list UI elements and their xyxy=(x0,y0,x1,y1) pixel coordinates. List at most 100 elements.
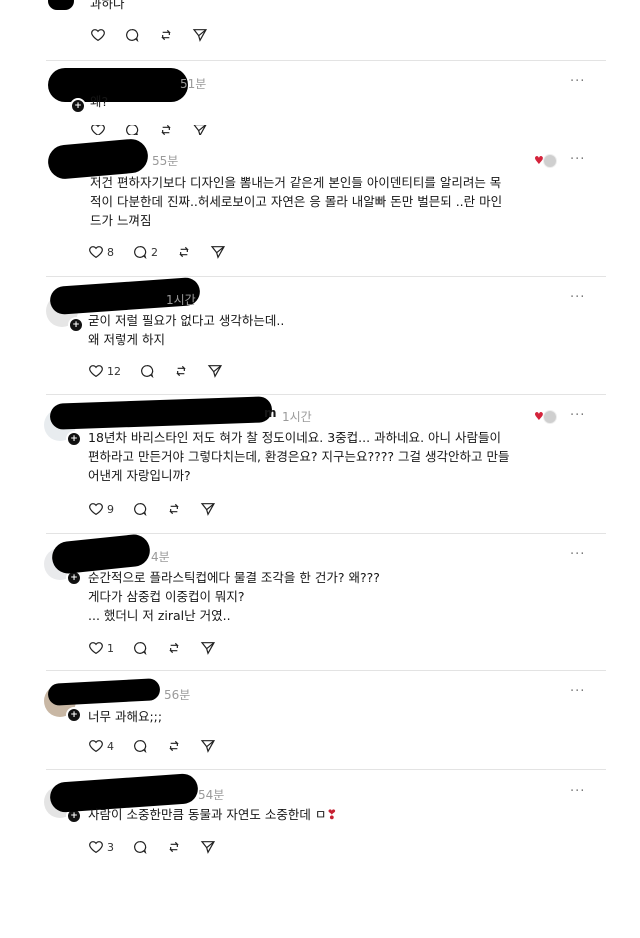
post-actions: 8 2 xyxy=(88,244,244,260)
like-count: 8 xyxy=(107,245,114,259)
repost-button[interactable] xyxy=(173,363,189,379)
heart-icon xyxy=(89,740,103,753)
repost-button[interactable] xyxy=(166,501,182,517)
reply-post: + 1시간 ··· 굳이 저럴 필요가 없다고 생각하는데.. 왜 저렇게 하지… xyxy=(40,276,606,394)
send-icon xyxy=(193,125,207,135)
redacted-username xyxy=(49,396,273,430)
share-button[interactable] xyxy=(200,738,216,754)
more-options-icon[interactable]: ··· xyxy=(570,152,585,167)
share-button[interactable] xyxy=(192,27,208,43)
heart-icon xyxy=(89,503,103,516)
repost-icon xyxy=(161,29,171,41)
post-actions: 1 xyxy=(88,640,234,656)
follow-plus-icon[interactable]: + xyxy=(68,317,84,333)
more-options-icon[interactable]: ··· xyxy=(570,290,585,305)
comment-icon xyxy=(134,503,147,517)
author-mini-avatar xyxy=(543,154,557,168)
divider xyxy=(46,60,606,61)
post-text: 18년차 바리스타인 저도 혀가 찰 정도이네요. 3중컵... 과하네요. 아… xyxy=(88,430,510,483)
like-button[interactable]: 9 xyxy=(88,501,114,517)
like-button[interactable]: 1 xyxy=(88,640,114,656)
more-options-icon[interactable]: ··· xyxy=(570,547,585,562)
redacted-username xyxy=(47,678,161,706)
red-heart-emoji-icon: ❣ xyxy=(326,808,338,823)
reply-button[interactable]: 2 xyxy=(132,244,158,260)
repost-button[interactable] xyxy=(176,244,192,260)
repost-icon xyxy=(169,841,179,853)
heart-icon xyxy=(89,642,103,655)
post-username-suffix: m xyxy=(264,406,277,420)
like-count: 12 xyxy=(107,364,121,378)
repost-icon xyxy=(161,125,171,135)
like-button[interactable]: 12 xyxy=(88,363,121,379)
post-time: 4분 xyxy=(151,550,170,564)
like-button[interactable]: 4 xyxy=(88,738,114,754)
send-icon xyxy=(200,503,216,516)
repost-button[interactable] xyxy=(166,738,182,754)
reply-button[interactable] xyxy=(139,363,155,379)
follow-plus-icon[interactable]: + xyxy=(66,707,82,723)
like-button[interactable] xyxy=(90,27,106,43)
like-button[interactable]: 3 xyxy=(88,839,114,855)
follow-plus-icon[interactable]: + xyxy=(66,431,82,447)
reply-button[interactable] xyxy=(132,738,148,754)
share-button[interactable] xyxy=(192,125,208,135)
repost-icon xyxy=(169,740,179,752)
reply-button[interactable] xyxy=(132,501,148,517)
like-count: 1 xyxy=(107,641,114,655)
share-button[interactable] xyxy=(200,839,216,855)
like-button[interactable] xyxy=(90,125,106,135)
reply-button[interactable] xyxy=(124,27,140,43)
redacted-avatar xyxy=(48,0,74,10)
post-time: 1시간 xyxy=(282,410,312,424)
author-mini-avatar xyxy=(543,410,557,424)
reply-post: 과하나 xyxy=(40,0,606,60)
share-button[interactable] xyxy=(200,501,216,517)
repost-button[interactable] xyxy=(158,27,174,43)
post-text: 굳이 저럴 필요가 없다고 생각하는데.. 왜 저렇게 하지 xyxy=(88,313,285,347)
share-button[interactable] xyxy=(207,363,223,379)
reply-post: + m 1시간 ♥ ··· 18년차 바리스타인 저도 혀가 찰 정도이네요. … xyxy=(40,395,606,533)
avatar[interactable]: + xyxy=(48,76,86,114)
reply-post: + 4분 ··· 순간적으로 플라스틱컵에다 물결 조각을 한 건가? 왜???… xyxy=(40,532,606,670)
reply-post: 55분 ♥ ··· 저건 편하자기보다 디자인을 뽐내는거 같은게 본인들 아이… xyxy=(40,137,606,276)
share-button[interactable] xyxy=(200,640,216,656)
reply-post: + 54분 ··· 사람이 소중한만큼 동물과 자연도 소중한데 ㅁ❣ 3 xyxy=(40,770,606,870)
like-count: 9 xyxy=(107,502,114,516)
post-text: 왜? xyxy=(90,94,109,109)
comment-icon xyxy=(126,29,139,43)
reply-post: + 51분 ··· 왜? xyxy=(40,62,606,142)
reply-button[interactable] xyxy=(132,839,148,855)
post-actions: 4 xyxy=(88,738,234,754)
send-icon xyxy=(200,841,216,854)
like-button[interactable]: 8 xyxy=(88,244,114,260)
reply-count: 2 xyxy=(151,245,158,259)
more-options-icon[interactable]: ··· xyxy=(570,74,585,89)
reply-post: + 56분 ··· 너무 과해요;;; 4 xyxy=(40,671,606,769)
comment-icon xyxy=(134,740,147,754)
thread-feed: 과하나 + 51분 ··· 왜? 55분 ♥ ··· 저건 편하자기보다 디자인… xyxy=(0,0,640,938)
more-options-icon[interactable]: ··· xyxy=(570,684,585,699)
post-text-content: 사람이 소중한만큼 동물과 자연도 소중한데 ㅁ xyxy=(88,807,327,822)
repost-icon xyxy=(169,642,179,654)
send-icon xyxy=(207,365,223,378)
reply-button[interactable] xyxy=(132,640,148,656)
post-text: 사람이 소중한만큼 동물과 자연도 소중한데 ㅁ❣ xyxy=(88,805,337,825)
repost-icon xyxy=(169,503,179,515)
more-options-icon[interactable]: ··· xyxy=(570,784,585,799)
reply-button[interactable] xyxy=(124,125,140,135)
heart-icon xyxy=(89,841,103,854)
send-icon xyxy=(200,642,216,655)
send-icon xyxy=(200,740,216,753)
post-actions xyxy=(90,27,226,43)
share-button[interactable] xyxy=(210,244,226,260)
more-options-icon[interactable]: ··· xyxy=(570,408,585,423)
heart-icon xyxy=(91,29,105,42)
comment-icon xyxy=(141,365,154,379)
follow-plus-icon[interactable]: + xyxy=(70,98,86,114)
repost-button[interactable] xyxy=(158,125,174,135)
repost-button[interactable] xyxy=(166,640,182,656)
send-icon xyxy=(210,246,226,259)
repost-button[interactable] xyxy=(166,839,182,855)
heart-icon xyxy=(89,246,103,259)
